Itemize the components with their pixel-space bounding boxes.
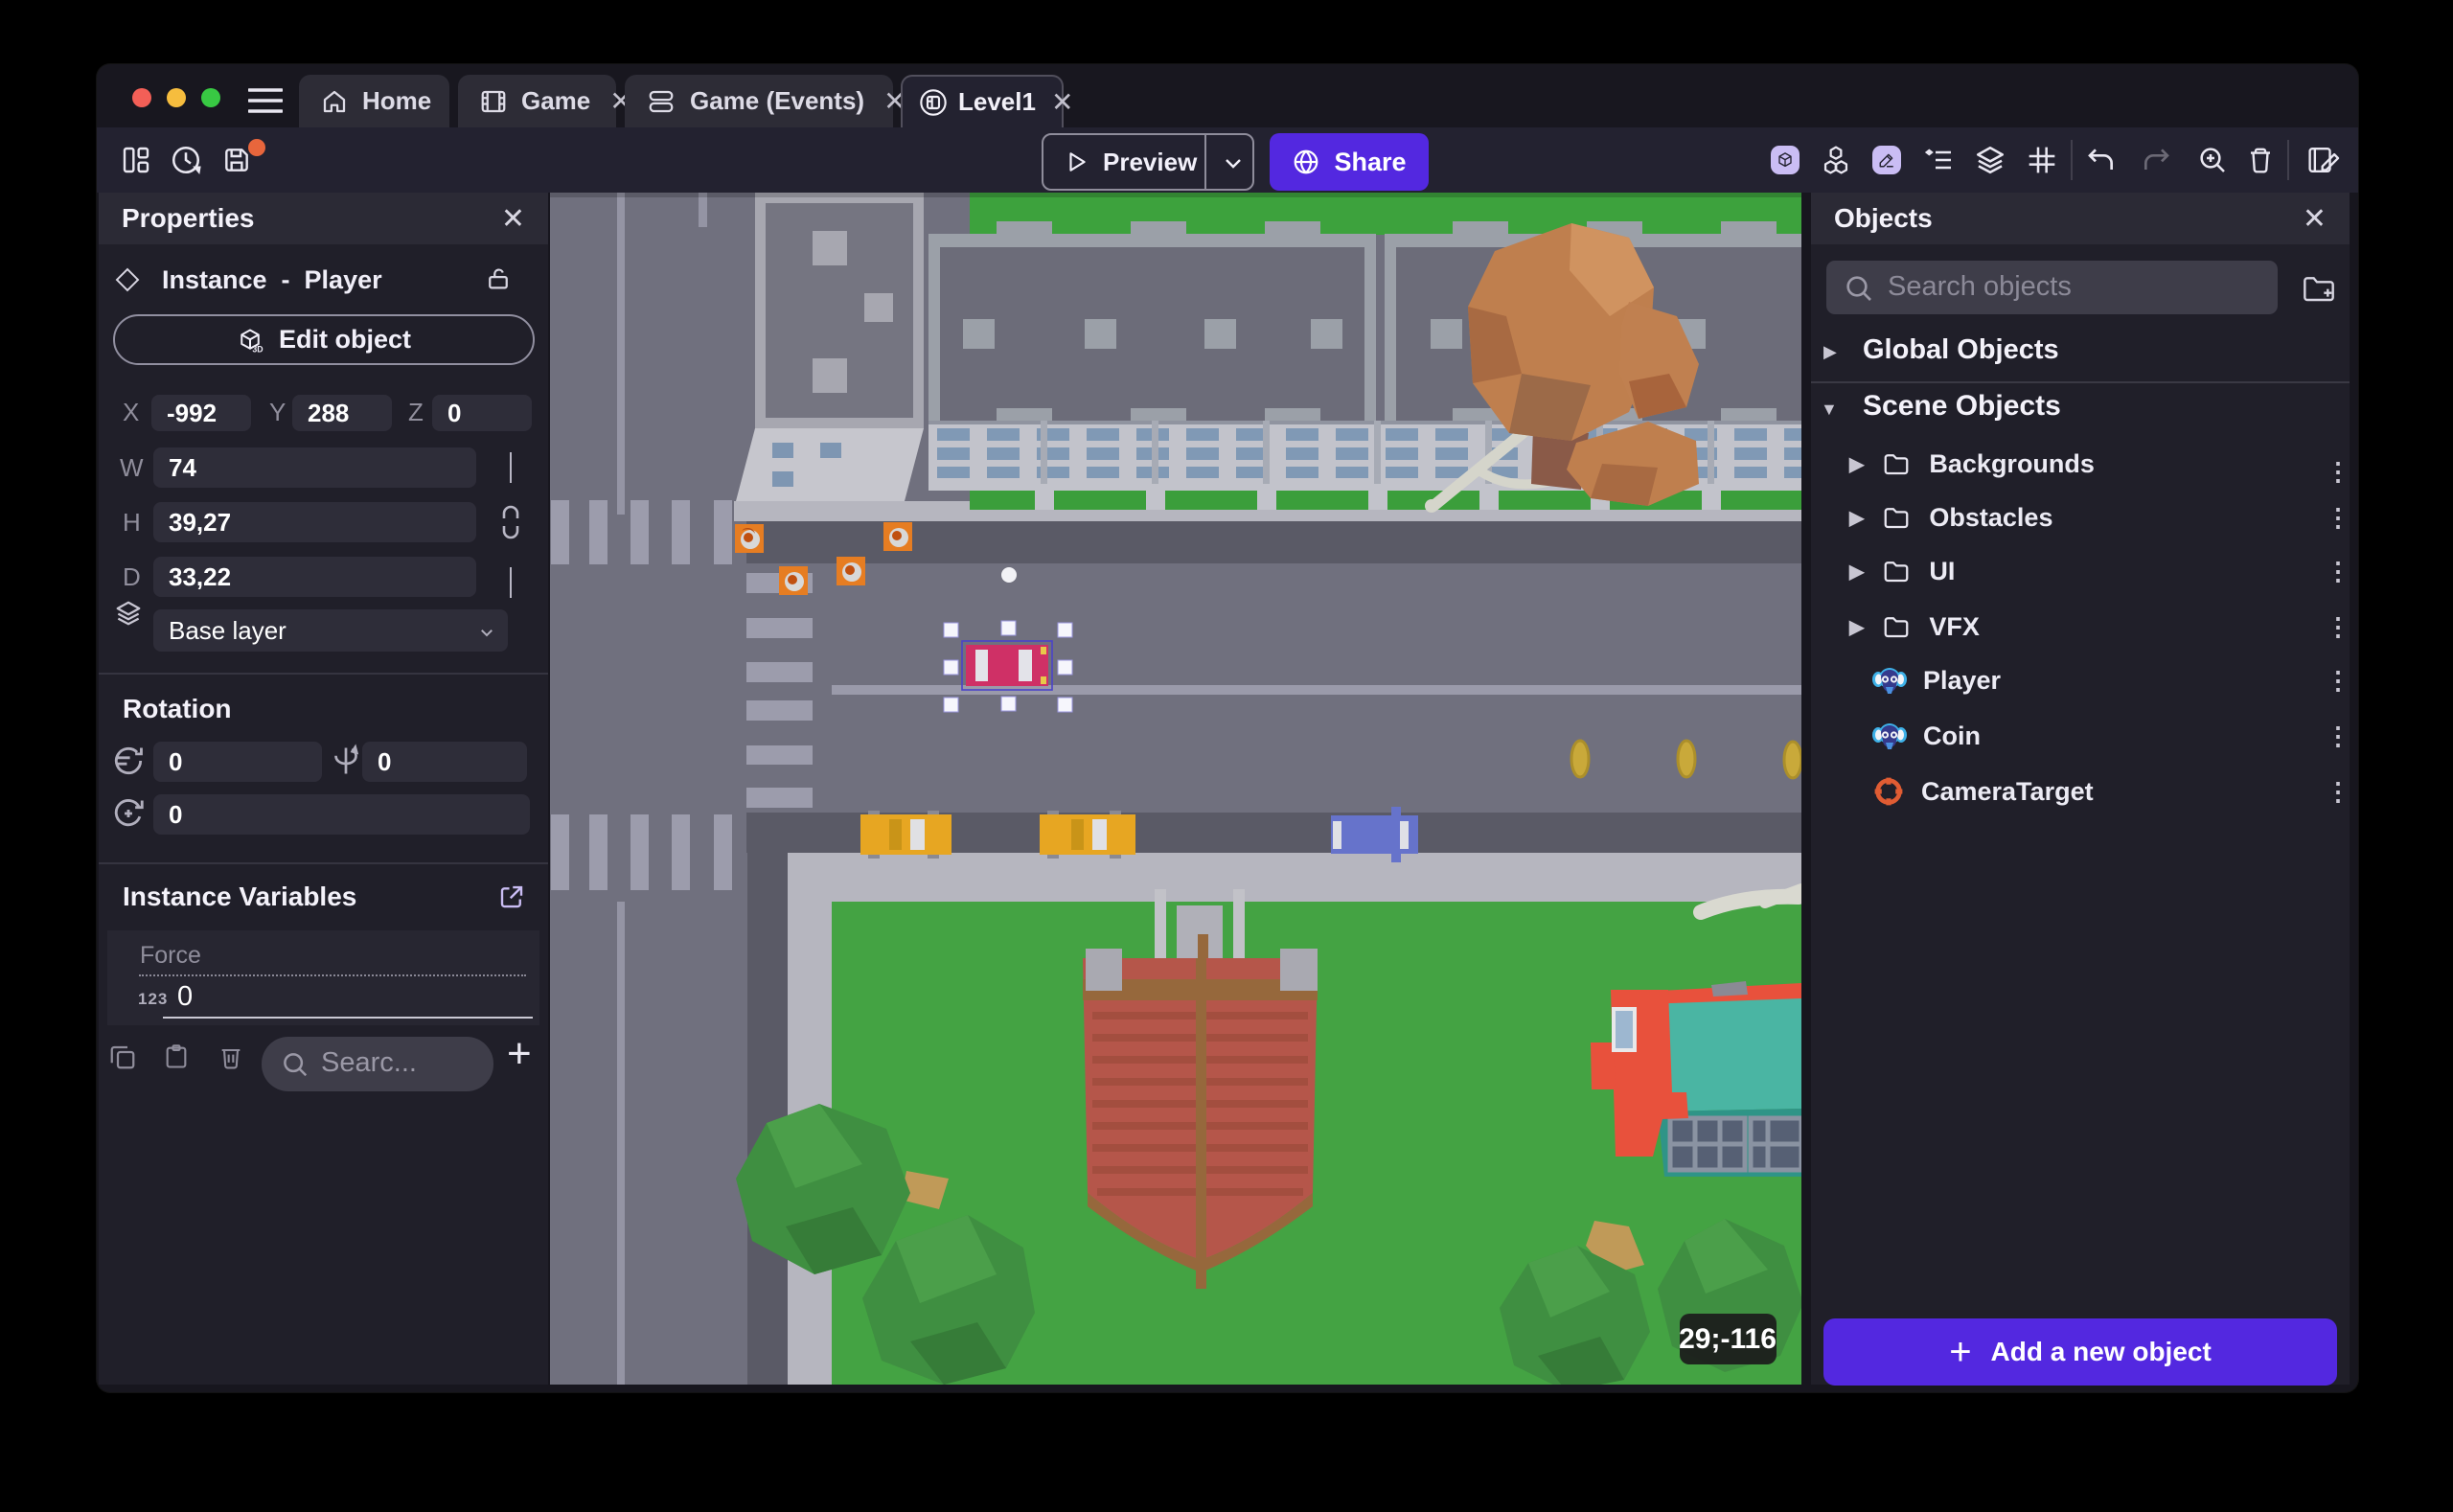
svg-text:3D: 3D (252, 344, 263, 354)
svg-text:29;-116: 29;-116 (1679, 1323, 1777, 1355)
